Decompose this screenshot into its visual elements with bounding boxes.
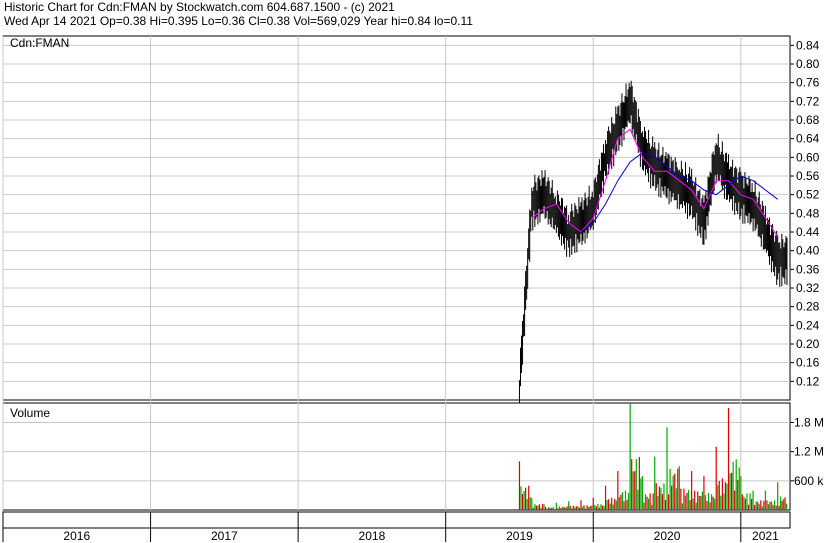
price-tick-label: 0.20 xyxy=(796,337,820,351)
x-axis-frame xyxy=(2,511,791,529)
price-panel-frame xyxy=(2,35,791,401)
price-tick-label: 0.84 xyxy=(796,38,820,52)
year-label: 2019 xyxy=(506,529,533,543)
price-tick-label: 0.32 xyxy=(796,281,820,295)
volume-tick-label: 600 k xyxy=(794,474,824,488)
volume-tick-label: 1.2 M xyxy=(794,445,824,459)
price-tick-label: 0.40 xyxy=(796,244,820,258)
volume-panel-title: Volume xyxy=(10,406,50,420)
year-label: 2018 xyxy=(359,529,386,543)
price-tick-label: 0.12 xyxy=(796,374,820,388)
price-tick-label: 0.56 xyxy=(796,169,820,183)
price-tick-label: 0.52 xyxy=(796,188,820,202)
stock-chart: 2016 2017 2018 2019 2020 2021 0.84 0.80 0.76 0.72… xyxy=(2,35,824,543)
price-tick-label: 0.64 xyxy=(796,132,820,146)
price-panel-title: Cdn:FMAN xyxy=(10,36,69,50)
price-tick-label: 0.80 xyxy=(796,57,820,71)
price-tick-label: 0.48 xyxy=(796,206,820,220)
price-tick-label: 0.24 xyxy=(796,318,820,332)
price-tick-label: 0.44 xyxy=(796,225,820,239)
price-tick-label: 0.36 xyxy=(796,262,820,276)
price-tick-label: 0.76 xyxy=(796,76,820,90)
year-label: 2016 xyxy=(63,529,90,543)
year-label: 2021 xyxy=(752,529,779,543)
price-tick-label: 0.60 xyxy=(796,150,820,164)
price-tick-label: 0.68 xyxy=(796,113,820,127)
price-tick-label: 0.16 xyxy=(796,356,820,370)
year-label: 2017 xyxy=(211,529,238,543)
price-tick-label: 0.72 xyxy=(796,94,820,108)
volume-tick-label: 1.8 M xyxy=(794,415,824,429)
price-tick-label: 0.28 xyxy=(796,300,820,314)
year-label: 2020 xyxy=(654,529,681,543)
